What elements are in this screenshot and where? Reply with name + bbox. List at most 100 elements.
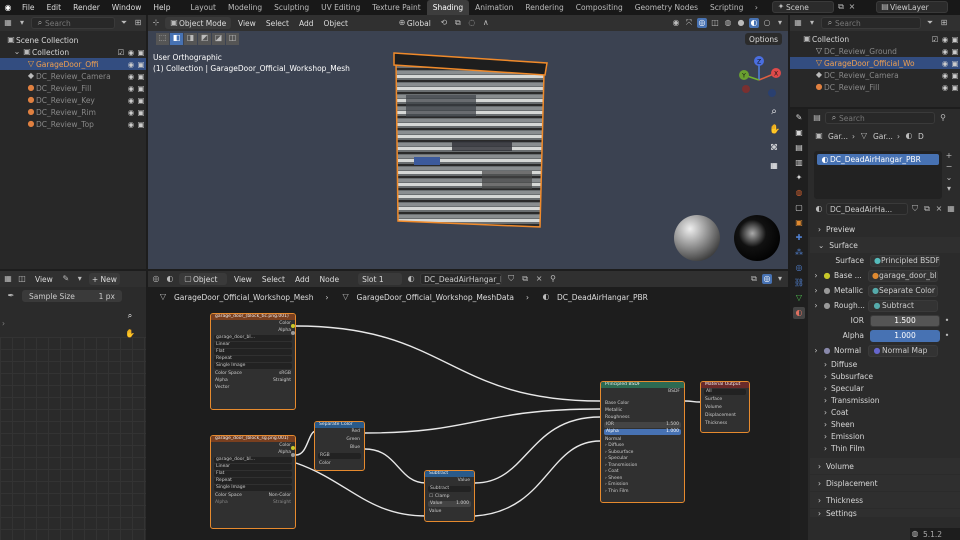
select-tool-icon[interactable]: ⬚	[156, 33, 169, 45]
menu-window[interactable]: Window	[106, 3, 148, 12]
camera-icon[interactable]: ▣	[136, 48, 146, 57]
subpanel-emission[interactable]: › Emission	[824, 430, 960, 442]
outliner-row-scene-collection[interactable]: ▣ Scene Collection	[0, 34, 146, 46]
properties-editor-type-icon[interactable]: ▤	[812, 113, 822, 123]
pin-icon[interactable]: ⚲	[938, 113, 948, 123]
material-slot-item[interactable]: ◐ DC_DeadAirHangar_PBR	[817, 154, 939, 165]
tab-compositing[interactable]: Compositing	[570, 0, 629, 15]
outliner-row-review-fill[interactable]: ● DC_Review_Fill ◉ ▣	[0, 82, 146, 94]
outliner-search-input[interactable]: ⌕ Search	[31, 17, 115, 29]
alpha-field[interactable]: Alpha 1.000	[604, 429, 681, 435]
image-editor-type-icon[interactable]: ▦	[3, 274, 13, 284]
data-tab-icon[interactable]: ▽	[793, 292, 805, 304]
transform-orientation-dropdown[interactable]: ⊕ Global	[393, 17, 435, 29]
camera-icon[interactable]: ▣	[136, 60, 146, 69]
outliner-row-garagedoor[interactable]: ▽ GarageDoor_Offi ◉ ▣	[0, 58, 146, 70]
ior-value-field[interactable]: 1.500	[870, 314, 940, 327]
hand-pan-icon[interactable]: ✋	[769, 125, 780, 135]
collapse-arrow-icon[interactable]: ›	[810, 286, 822, 295]
gizmo-icon[interactable]: ⤧	[684, 18, 694, 28]
object-tab-icon[interactable]: ▣	[793, 217, 805, 229]
unlink-icon[interactable]: ×	[934, 204, 944, 214]
visibility-icon[interactable]: ◉	[671, 18, 681, 28]
source-dropdown[interactable]: Single Image	[214, 485, 292, 491]
tab-rendering[interactable]: Rendering	[519, 0, 569, 15]
filter-icon[interactable]: ⏷	[119, 18, 129, 28]
camera-icon[interactable]: ▣	[950, 47, 960, 56]
move-slot-down-icon[interactable]: ▾	[944, 184, 954, 194]
view-layer-tab-icon[interactable]: ▥	[793, 157, 805, 169]
rendered-shading-icon[interactable]: ○	[762, 18, 772, 28]
sidebar-toggle-icon[interactable]: ›	[2, 319, 5, 328]
clamp-checkbox[interactable]: ☐	[429, 493, 433, 500]
outliner-row-collection[interactable]: ▣ Collection ☑ ◉ ▣	[790, 33, 960, 45]
add-slot-icon[interactable]: +	[944, 151, 954, 161]
outliner-row-review-ground[interactable]: ▽ DC_Review_Ground ◉ ▣	[790, 45, 960, 57]
menu-add[interactable]: Add	[296, 19, 317, 28]
scene-tab-icon[interactable]: ✦	[793, 172, 805, 184]
eye-icon[interactable]: ◉	[126, 96, 136, 105]
alpha-mode-dropdown[interactable]: Straight	[273, 499, 291, 506]
outliner-search-input[interactable]: ⌕ Search	[821, 17, 921, 29]
output-socket[interactable]	[291, 324, 295, 328]
image-datablock-field[interactable]: garage_door_bl...	[214, 457, 292, 463]
display-mode-icon[interactable]: ▾	[807, 18, 817, 28]
eye-icon[interactable]: ◉	[940, 71, 950, 80]
overlays-icon[interactable]: ◎	[697, 18, 707, 28]
camera-icon[interactable]: ▣	[950, 71, 960, 80]
viewport-3d[interactable]: ⊹ ▣ Object Mode View Select Add Object ⊕…	[148, 15, 788, 269]
alpha-mode-dropdown[interactable]: Straight	[273, 377, 291, 384]
brush-icon[interactable]: ✎	[61, 274, 71, 284]
tab-modeling[interactable]: Modeling	[222, 0, 268, 15]
editor-type-icon[interactable]: ⊹	[151, 18, 161, 28]
color-space-dropdown[interactable]: sRGB	[279, 370, 291, 377]
navigation-gizmo[interactable]: X Y Z	[732, 53, 786, 107]
solid-shading-icon[interactable]: ●	[736, 18, 746, 28]
separate-color-node[interactable]: Separate Color Red Green Blue RGB Color	[314, 421, 365, 471]
tool-tab-icon[interactable]: ✎	[793, 112, 805, 124]
camera-icon[interactable]: ▣	[950, 59, 960, 68]
eye-icon[interactable]: ◉	[126, 120, 136, 129]
outliner-row-collection[interactable]: ⌄ ▣ Collection ☑ ◉ ▣	[0, 46, 146, 58]
output-socket[interactable]	[291, 446, 295, 450]
material-browse-icon[interactable]: ◐	[814, 204, 824, 214]
material-preview-shading-icon[interactable]: ◐	[749, 18, 759, 28]
source-dropdown[interactable]: Single Image	[214, 363, 292, 369]
pivot-icon[interactable]: ⟲	[439, 18, 449, 28]
subpanel-specular[interactable]: › Specular	[824, 382, 960, 394]
select-box-invert-icon[interactable]: ◪	[212, 33, 225, 45]
editor-type-icon[interactable]: ▦	[793, 18, 803, 28]
value-field[interactable]: Value 1.000	[428, 501, 471, 507]
menu-help[interactable]: Help	[147, 3, 176, 12]
projection-dropdown[interactable]: Flat	[214, 349, 292, 355]
scene-browse-icon[interactable]: ⧉	[836, 2, 846, 12]
extension-dropdown[interactable]: Repeat	[214, 478, 292, 484]
surface-shader-field[interactable]: ● Principled BSDF	[870, 254, 940, 267]
view-menu[interactable]: View	[31, 273, 57, 285]
keyframe-dot-icon[interactable]: •	[942, 331, 952, 341]
panel-thin-film[interactable]: › Thin Film	[605, 489, 629, 496]
browse-slot-icon[interactable]: ▦	[946, 204, 956, 214]
eye-icon[interactable]: ◉	[126, 108, 136, 117]
tab-geometry-nodes[interactable]: Geometry Nodes	[629, 0, 704, 15]
output-socket[interactable]	[291, 331, 295, 335]
collapse-arrow-icon[interactable]: ›	[810, 346, 822, 355]
settings-panel[interactable]: › Settings	[810, 509, 960, 517]
keyframe-dot-icon[interactable]: •	[942, 316, 952, 326]
blender-logo-icon[interactable]: ◉	[3, 3, 13, 13]
output-tab-icon[interactable]: ▤	[793, 142, 805, 154]
expand-arrow-icon[interactable]: ⌄	[12, 47, 22, 57]
snap-icon[interactable]: ⧉	[453, 18, 463, 28]
new-image-button[interactable]: + New	[88, 273, 120, 285]
eye-icon[interactable]: ◉	[126, 60, 136, 69]
subpanel-transmission[interactable]: › Transmission	[824, 394, 960, 406]
menu-edit[interactable]: Edit	[41, 3, 68, 12]
eye-icon[interactable]: ◉	[126, 48, 136, 57]
slot-specials-icon[interactable]: ⌄	[944, 173, 954, 183]
display-mode-icon[interactable]: ▾	[17, 18, 27, 28]
subpanel-diffuse[interactable]: › Diffuse	[824, 358, 960, 370]
grid-ortho-icon[interactable]: ▦	[769, 161, 779, 171]
outliner-row-review-fill[interactable]: ● DC_Review_Fill ◉ ▣	[790, 81, 960, 93]
hand-pan-icon[interactable]: ✋	[125, 329, 135, 339]
eye-icon[interactable]: ◉	[940, 35, 950, 44]
